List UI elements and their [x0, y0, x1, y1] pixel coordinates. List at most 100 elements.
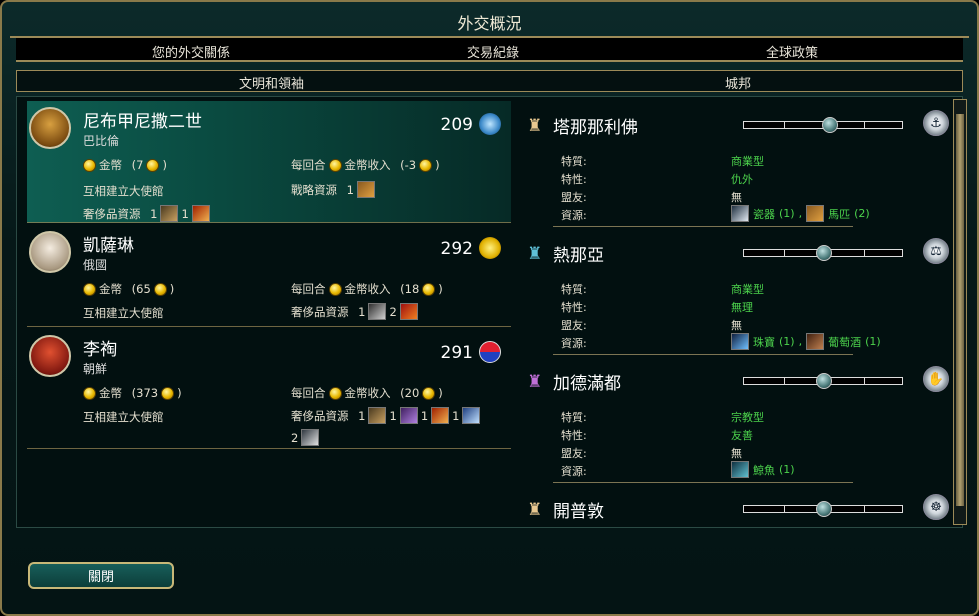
score: 292	[440, 239, 473, 259]
leader-portrait	[29, 231, 71, 273]
luxury-row: 奢侈品資源 1 1 1 1	[291, 407, 481, 424]
gpt-row: 每回合 金幣收入 (18)	[291, 282, 443, 296]
influence-bar	[743, 245, 903, 261]
type-value: 宗教型	[731, 411, 764, 424]
capital-icon: ♜	[527, 244, 543, 264]
jewelry-icon	[731, 333, 749, 350]
gold-icon	[422, 386, 436, 400]
luxury-resource-icon	[399, 407, 418, 424]
gpt-row: 每回合 金幣收入 (-3)	[291, 158, 440, 172]
luxury-resource-icon	[160, 205, 179, 222]
leader-name: 李祹	[83, 340, 117, 360]
gold-row: 金幣 (65)	[83, 281, 174, 297]
ally-value: 無	[731, 447, 742, 460]
embassy-status: 互相建立大使館	[83, 306, 164, 320]
tab-global-politics[interactable]: 全球政策	[766, 42, 818, 61]
leader-name: 尼布甲尼撒二世	[83, 112, 202, 132]
scrollbar[interactable]	[953, 99, 967, 525]
gold-icon	[83, 386, 96, 400]
gold-icon	[161, 386, 175, 400]
embassy-status: 互相建立大使館	[83, 184, 164, 198]
city-state-name: 開普敦	[553, 502, 604, 522]
city-state-antananarivo[interactable]: ♜ 塔那那利佛 ⚓ 特質: 商業型 特性: 仇外 盟友: 無 資源: 瓷器 (1)…	[527, 110, 967, 227]
label-type: 特質:	[561, 283, 587, 296]
footer: 關閉	[8, 532, 971, 612]
influence-bar	[743, 501, 903, 517]
gold-icon	[422, 282, 436, 296]
trait-value: 友善	[731, 429, 753, 442]
scrollbar-thumb[interactable]	[956, 114, 964, 506]
tab-relations[interactable]: 您的外交關係	[152, 42, 230, 61]
label-resources: 資源:	[561, 209, 587, 222]
gpt-row: 每回合 金幣收入 (20)	[291, 386, 443, 400]
window-title: 外交概況	[457, 14, 522, 33]
close-button[interactable]: 關閉	[28, 562, 174, 589]
tab-deal-history[interactable]: 交易紀錄	[467, 42, 519, 61]
wine-icon	[806, 333, 825, 350]
city-state-genoa[interactable]: ♜ 熱那亞 ⚖ 特質: 商業型 特性: 無理 盟友: 無 資源: 珠寶 (1), …	[527, 238, 967, 355]
city-state-name: 熱那亞	[553, 246, 604, 266]
ally-value: 無	[731, 319, 742, 332]
influence-bar	[743, 373, 903, 389]
city-states-header: 城邦	[725, 77, 752, 92]
score: 291	[440, 343, 473, 363]
civ-emblem-icon	[479, 237, 501, 259]
label-trait: 特性:	[561, 173, 587, 186]
label-type: 特質:	[561, 155, 587, 168]
city-state-kathmandu[interactable]: ♜ 加德滿都 ✋ 特質: 宗教型 特性: 友善 盟友: 無 資源: 鯨魚 (1)	[527, 366, 967, 483]
resources-value: 鯨魚 (1)	[731, 461, 795, 478]
civs-header: 文明和領袖	[239, 77, 305, 92]
label-ally: 盟友:	[561, 319, 587, 332]
maritime-icon: ⚓	[923, 110, 949, 136]
label-type: 特質:	[561, 411, 587, 424]
civ-emblem-icon	[479, 341, 501, 363]
label-resources: 資源:	[561, 465, 587, 478]
civ-name: 朝鮮	[83, 362, 108, 376]
city-state-cape-town[interactable]: ♜ 開普敦 ☸	[527, 494, 967, 527]
horse-icon	[806, 205, 825, 222]
label-trait: 特性:	[561, 429, 587, 442]
gold-icon	[83, 158, 96, 172]
luxury-resource-icon	[301, 429, 320, 446]
civ-entry-babylon[interactable]: 尼布甲尼撒二世 巴比倫 209 金幣 (7) 每回合 金幣收入 (-3) 互相建立…	[27, 101, 511, 223]
civ-name: 俄國	[83, 258, 108, 272]
influence-marker	[816, 245, 832, 261]
label-resources: 資源:	[561, 337, 587, 350]
gold-icon	[146, 158, 160, 172]
capital-icon: ♜	[527, 116, 543, 136]
capital-icon: ♜	[527, 372, 543, 392]
resources-value: 瓷器 (1), 馬匹 (2)	[731, 205, 870, 222]
civ-entry-korea[interactable]: 李祹 朝鮮 291 金幣 (373) 每回合 金幣收入 (20) 互相建立大使館 …	[27, 329, 511, 449]
diplomacy-overview-window: 外交概況 您的外交關係 交易紀錄 全球政策 文明和領袖 城邦 尼布甲尼撒二世 巴…	[0, 0, 979, 616]
resources-value: 珠寶 (1), 葡萄酒 (1)	[731, 333, 881, 350]
gold-icon	[328, 386, 342, 400]
label-trait: 特性:	[561, 301, 587, 314]
luxury-resource-icon	[368, 303, 387, 320]
leader-portrait	[29, 107, 71, 149]
strategic-row: 戰略資源 1	[291, 181, 375, 198]
gold-icon	[328, 282, 342, 296]
leader-portrait	[29, 335, 71, 377]
content-panel: 尼布甲尼撒二世 巴比倫 209 金幣 (7) 每回合 金幣收入 (-3) 互相建立…	[16, 96, 967, 528]
luxury-row: 奢侈品資源 1 1	[83, 205, 210, 222]
gold-icon	[153, 282, 167, 296]
trait-value: 無理	[731, 301, 753, 314]
type-value: 商業型	[731, 155, 764, 168]
maritime-icon: ☸	[923, 494, 949, 520]
score: 209	[440, 115, 473, 135]
luxury-resource-icon	[191, 205, 210, 222]
horse-icon	[356, 181, 375, 198]
gold-row: 金幣 (7)	[83, 157, 167, 173]
mercantile-icon: ⚖	[923, 238, 949, 264]
label-ally: 盟友:	[561, 447, 587, 460]
luxury-resource-icon	[368, 407, 387, 424]
civ-entry-russia[interactable]: 凱薩琳 俄國 292 金幣 (65) 每回合 金幣收入 (18) 互相建立大使館 …	[27, 225, 511, 327]
influence-marker	[816, 373, 832, 389]
gold-icon	[83, 282, 96, 296]
trait-value: 仇外	[731, 173, 753, 186]
city-state-name: 加德滿都	[553, 374, 621, 394]
religious-icon: ✋	[923, 366, 949, 392]
civ-name: 巴比倫	[83, 134, 120, 148]
city-state-name: 塔那那利佛	[553, 118, 638, 138]
capital-icon: ♜	[527, 500, 543, 520]
